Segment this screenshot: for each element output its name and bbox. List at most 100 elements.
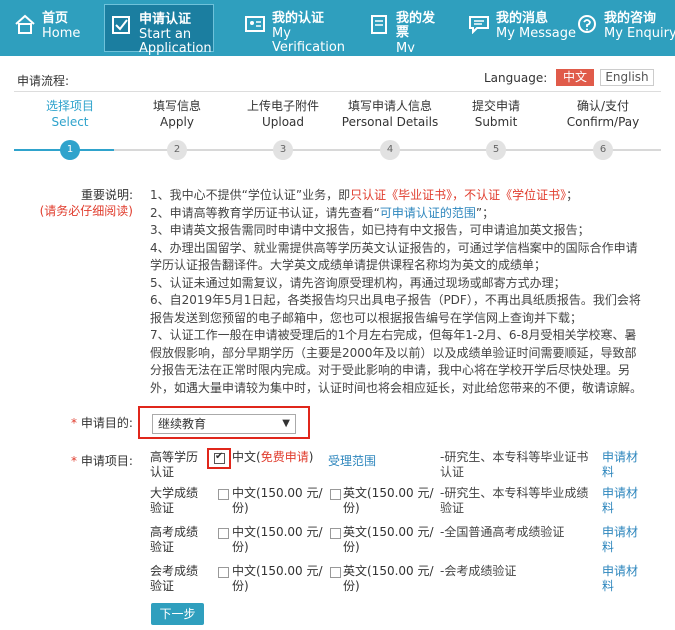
note-1-highlight: 只认证《毕业证书》，不认证《学位证书》	[350, 188, 567, 202]
option-text-end: )	[308, 450, 314, 464]
nav-my-enquiry-en: My Enquiry	[604, 26, 675, 41]
home-icon	[15, 14, 35, 34]
option-text: 中文(	[232, 450, 261, 464]
note-1-text: 1、我中心不提供“学位认证”业务，即	[150, 188, 351, 202]
university-transcript-chinese-option: 中文(150.00 元/份)	[232, 486, 323, 515]
nav-my-invoice-zh: 我的发票	[396, 11, 436, 40]
nav-home-zh: 首页	[42, 11, 69, 26]
step-label-en: Upload	[261, 115, 305, 129]
step-submit: 提交申请 Submit	[441, 98, 551, 130]
required-star: *	[71, 416, 77, 430]
note-3: 3、申请英文报告需同时申请中文报告，如已持有中文报告，可申请追加英文报告；	[150, 223, 590, 237]
nav-my-invoice[interactable]: 我的发票 My	[362, 4, 454, 52]
step-confirm-pay: 确认/支付 Confirm/Pay	[548, 98, 658, 130]
item-name-higher-education: 高等学历认证	[150, 450, 199, 479]
step-apply: 填写信息 Apply	[122, 98, 232, 130]
step-number-4: 4	[380, 140, 400, 160]
enquiry-icon	[578, 15, 596, 33]
nav-home[interactable]: 首页 Home	[8, 4, 96, 52]
important-notes: 1、我中心不提供“学位认证”业务，即只认证《毕业证书》，不认证《学位证书》； 2…	[150, 187, 645, 397]
gaokao-chinese-option: 中文(150.00 元/份)	[232, 525, 323, 554]
note-5: 5、认证未通过如需复议，请先咨询原受理机构，再通过现场或邮寄方式办理；	[150, 275, 566, 290]
materials-link-gaokao[interactable]: 申请材料	[602, 525, 642, 555]
huikao-chinese-option: 中文(150.00 元/份)	[232, 564, 323, 593]
checkbox-icon	[112, 16, 130, 34]
huikao-chinese-checkbox[interactable]	[218, 567, 229, 578]
step-label-zh: 填写信息	[152, 99, 201, 113]
step-label-zh: 填写申请人信息	[347, 99, 432, 113]
message-icon	[469, 16, 489, 34]
step-personal-details: 填写申请人信息 Personal Details	[335, 98, 445, 130]
purpose-select-value: 继续教育	[158, 417, 207, 431]
nav-start-application-en: Start an Application	[139, 27, 212, 56]
step-label-zh: 上传电子附件	[246, 99, 319, 113]
header-divider	[14, 91, 661, 92]
university-transcript-chinese-checkbox[interactable]	[218, 489, 229, 500]
required-star: *	[71, 454, 77, 468]
dropdown-arrow-icon: ▼	[282, 418, 290, 429]
step-number-5: 5	[486, 140, 506, 160]
gaokao-english-checkbox[interactable]	[330, 528, 341, 539]
item-name-gaokao: 高考成绩验证	[150, 525, 199, 554]
nav-my-verification-en: My Verification	[272, 26, 346, 55]
note-1: 1、我中心不提供“学位认证”业务，即只认证《毕业证书》，不认证《学位证书》；	[150, 187, 645, 205]
note-2-end: ”；	[475, 205, 495, 220]
items-label-text: 申请项目:	[80, 454, 133, 468]
item-desc-huikao: -会考成绩验证	[440, 564, 517, 578]
certification-scope-link[interactable]: 可申请认证的范围	[380, 206, 476, 220]
nav-start-application[interactable]: 申请认证 Start an Application	[104, 4, 214, 56]
nav-my-message-zh: 我的消息	[496, 11, 549, 26]
note-2-text: 2、申请高等教育学历证书认证，请先查看“	[150, 205, 380, 220]
step-label-zh: 确认/支付	[576, 99, 630, 113]
materials-link-higher-education[interactable]: 申请材料	[602, 450, 642, 480]
step-label-zh: 选择项目	[45, 99, 94, 113]
item-desc-gaokao: -全国普通高考成绩验证	[440, 525, 565, 539]
top-navigation: 首页 Home 申请认证 Start an Application 我的认证 M…	[0, 0, 675, 56]
huikao-english-option: 英文(150.00 元/份)	[343, 564, 434, 593]
higher-education-chinese-checkbox[interactable]	[214, 451, 225, 464]
id-card-icon	[245, 16, 265, 32]
purpose-select[interactable]: 继续教育 ▼	[152, 414, 296, 434]
flow-label: 申请流程:	[17, 74, 70, 88]
invoice-icon	[371, 15, 387, 34]
items-label: * 申请项目:	[71, 452, 133, 469]
nav-my-message[interactable]: 我的消息 My Message	[462, 4, 576, 52]
step-number-3: 3	[273, 140, 293, 160]
step-number-6: 6	[593, 140, 613, 160]
materials-link-university-transcript[interactable]: 申请材料	[602, 486, 642, 516]
note-1-end: ；	[566, 188, 579, 202]
step-label-en: Personal Details	[341, 115, 439, 129]
step-number-1: 1	[60, 140, 80, 160]
step-label-en: Apply	[160, 115, 194, 129]
nav-start-application-zh: 申请认证	[139, 12, 192, 27]
notes-label: 重要说明: (请务必仔细阅读)	[35, 187, 133, 219]
nav-my-enquiry-zh: 我的咨询	[604, 11, 657, 26]
step-upload: 上传电子附件 Upload	[228, 98, 338, 130]
item-desc-university-transcript: -研究生、本专科等毕业成绩验证	[440, 486, 589, 515]
university-transcript-english-checkbox[interactable]	[330, 489, 341, 500]
nav-my-verification-zh: 我的认证	[272, 11, 325, 26]
notes-subtitle: (请务必仔细阅读)	[39, 204, 133, 218]
note-4: 4、办理出国留学、就业需提供高等学历英文认证报告的，可通过学信档案中的国际合作申…	[150, 240, 638, 273]
purpose-label: * 申请目的:	[71, 414, 133, 431]
step-select: 选择项目 Select	[15, 98, 125, 130]
language-label: Language:	[484, 71, 548, 85]
next-step-button[interactable]: 下一步	[151, 603, 204, 625]
language-chinese-button[interactable]: 中文	[556, 69, 594, 86]
item-name-university-transcript: 大学成绩验证	[150, 486, 199, 515]
language-english-button[interactable]: English	[600, 69, 654, 86]
materials-link-huikao[interactable]: 申请材料	[602, 564, 642, 594]
step-label-en: Select	[51, 115, 89, 129]
scope-link[interactable]: 受理范围	[328, 452, 376, 469]
step-label-en: Submit	[474, 115, 518, 129]
note-6: 6、自2019年5月1日起，各类报告均只出具电子报告（PDF），不再出具纸质报告…	[150, 293, 641, 325]
step-label-zh: 提交申请	[471, 99, 520, 113]
note-2: 2、申请高等教育学历证书认证，请先查看“可申请认证的范围”；	[150, 205, 645, 223]
university-transcript-english-option: 英文(150.00 元/份)	[343, 486, 434, 515]
free-label: 免费申请	[260, 450, 309, 464]
gaokao-chinese-checkbox[interactable]	[218, 528, 229, 539]
nav-my-enquiry[interactable]: 我的咨询 My Enquiry	[570, 4, 675, 52]
nav-my-verification[interactable]: 我的认证 My Verification	[238, 4, 348, 55]
huikao-english-checkbox[interactable]	[330, 567, 341, 578]
item-name-huikao: 会考成绩验证	[150, 564, 199, 593]
